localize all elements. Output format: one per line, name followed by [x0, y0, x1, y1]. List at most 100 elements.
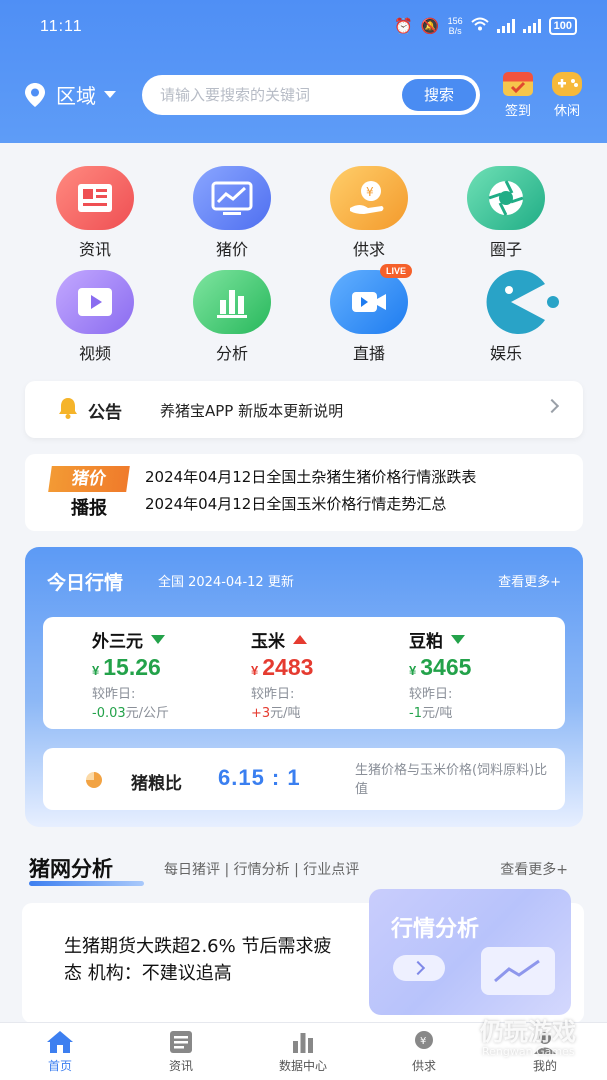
pie-chart-icon: [86, 772, 102, 788]
price-item-sanyuan[interactable]: 外三元 ¥15.26 较昨日: -0.03元/公斤: [92, 627, 242, 721]
grid-item-analysis[interactable]: 分析: [182, 270, 282, 364]
grid-item-circle[interactable]: 圈子: [456, 166, 556, 260]
compare-label: 较昨日:: [251, 687, 295, 702]
leisure-button[interactable]: 休闲: [547, 72, 587, 119]
price-item-corn[interactable]: 玉米 ¥2483 较昨日: +3元/吨: [251, 627, 401, 721]
grid-item-live[interactable]: LIVE 直播: [319, 264, 419, 364]
price-name: 外三元: [92, 632, 143, 652]
today-market-panel: 今日行情 全国 2024-04-12 更新 查看更多+ 外三元 ¥15.26 较…: [25, 547, 583, 827]
tab-data-center[interactable]: 数据中心: [258, 1029, 348, 1074]
analysis-more-link[interactable]: 查看更多+: [500, 859, 568, 879]
market-analysis-promo[interactable]: 行情分析: [369, 889, 571, 1015]
ratio-name: 猪粮比: [131, 774, 182, 794]
battery-indicator: 100: [548, 17, 577, 35]
market-subtitle: 全国 2024-04-12 更新: [158, 575, 294, 590]
ratio-value: 6.15 : 1: [218, 765, 301, 790]
grid-item-video[interactable]: 视频: [45, 270, 145, 364]
price-broadcast: 猪价 播报 2024年04月12日全国土杂猪生猪价格行情涨跌表 2024年04月…: [25, 454, 583, 531]
analysis-tabs[interactable]: 每日猪评 | 行情分析 | 行业点评: [164, 859, 359, 879]
gamepad-icon: [552, 72, 582, 96]
net-speed: 156 B/s: [447, 16, 463, 36]
trend-up-icon: [293, 635, 307, 644]
price-value: 3465: [420, 654, 472, 680]
compare-label: 较昨日:: [92, 687, 136, 702]
grid-item-price[interactable]: 猪价: [182, 166, 282, 260]
price-value: 2483: [262, 654, 314, 680]
title-underline: [29, 881, 144, 886]
news-icon: [56, 166, 134, 230]
status-time: 11:11: [40, 18, 83, 35]
broadcast-item[interactable]: 2024年04月12日全国玉米价格行情走势汇总: [145, 493, 446, 514]
price-unit: 元/公斤: [125, 706, 170, 721]
status-bar: 11:11 ⏰ 🔕 156 B/s 100: [40, 16, 577, 40]
currency-symbol: ¥: [251, 663, 259, 678]
watermark-subtext: Rengwan Games: [482, 1045, 575, 1058]
home-icon: [45, 1029, 75, 1055]
broadcast-badge-bottom: 播报: [71, 498, 107, 519]
signal-icon-2: [522, 19, 541, 33]
news-tab-icon: [166, 1029, 196, 1055]
tab-news[interactable]: 资讯: [136, 1029, 226, 1074]
mute-icon: 🔕: [420, 17, 440, 35]
trend-chart-icon: [481, 947, 555, 995]
svg-text:¥: ¥: [366, 185, 374, 199]
price-unit: 元/吨: [421, 706, 453, 721]
compare-label: 较昨日:: [409, 687, 453, 702]
watermark-logo: 仍玩游戏 Rengwan Games: [420, 1012, 600, 1072]
grid-item-supply[interactable]: ¥ 供求: [319, 166, 419, 260]
search-bar: 搜索: [142, 75, 480, 115]
circle-shutter-icon: [467, 166, 545, 230]
tab-label: 首页: [47, 1059, 72, 1073]
promo-arrow-button[interactable]: [393, 955, 445, 981]
pacman-icon: [467, 270, 559, 334]
search-button[interactable]: 搜索: [402, 79, 476, 111]
checkin-label: 签到: [504, 104, 531, 119]
broadcast-badge: 猪价 播报: [48, 466, 130, 520]
market-more-link[interactable]: 查看更多+: [498, 571, 561, 590]
wifi-icon: [470, 17, 489, 35]
broadcast-item[interactable]: 2024年04月12日全国土杂猪生猪价格行情涨跌表: [145, 466, 476, 487]
leisure-label: 休闲: [553, 104, 580, 119]
checkin-button[interactable]: 签到: [498, 72, 538, 119]
market-title: 今日行情: [47, 572, 124, 594]
tab-label: 数据中心: [278, 1059, 327, 1073]
region-selector[interactable]: 区域: [24, 80, 116, 109]
live-camera-icon: LIVE: [330, 264, 412, 334]
video-icon: [56, 270, 134, 334]
grid-label: 娱乐: [489, 344, 522, 363]
grid-label: 猪价: [215, 240, 248, 259]
status-icons: ⏰ 🔕 156 B/s 100: [394, 16, 577, 36]
announcement-bar[interactable]: 公告 养猪宝APP 新版本更新说明: [25, 381, 583, 438]
signal-icon: [496, 19, 515, 33]
grid-label: 资讯: [78, 240, 111, 259]
grid-label: 圈子: [489, 240, 522, 259]
calendar-checkin-icon: [503, 72, 533, 96]
supply-icon: ¥: [330, 166, 408, 230]
alarm-icon: ⏰: [394, 17, 413, 35]
grid-item-news[interactable]: 资讯: [45, 166, 145, 260]
hog-grain-ratio-card[interactable]: 猪粮比 6.15 : 1 生猪价格与玉米价格(饲料原料)比值: [43, 748, 565, 810]
tab-label: 资讯: [168, 1059, 193, 1073]
promo-title: 行情分析: [391, 917, 480, 942]
price-item-soymeal[interactable]: 豆粕 ¥3465 较昨日: -1元/吨: [409, 627, 559, 721]
grid-label: 供求: [352, 240, 385, 259]
trend-down-icon: [451, 635, 465, 644]
data-center-icon: [288, 1029, 318, 1055]
live-badge: LIVE: [379, 264, 412, 278]
analysis-bars-icon: [193, 270, 271, 334]
article-headline: 生猪期货大跌超2.6% 节后需求疲态 机构：不建议追高: [64, 936, 332, 984]
price-name: 豆粕: [409, 632, 443, 652]
region-label: 区域: [56, 84, 96, 108]
search-input[interactable]: [160, 75, 390, 115]
price-value: 15.26: [103, 654, 161, 680]
grid-label: 直播: [352, 344, 385, 363]
announcement-title: 公告: [88, 403, 122, 423]
broadcast-badge-top: 猪价: [48, 466, 130, 492]
price-unit: 元/吨: [270, 706, 301, 721]
location-pin-icon: [25, 82, 45, 107]
price-cards: 外三元 ¥15.26 较昨日: -0.03元/公斤 玉米 ¥2483 较昨日: …: [43, 617, 565, 729]
tab-home[interactable]: 首页: [15, 1029, 105, 1074]
currency-symbol: ¥: [92, 663, 100, 678]
analysis-section-title: 猪网分析: [29, 857, 113, 881]
grid-item-entertainment[interactable]: 娱乐: [456, 270, 559, 364]
